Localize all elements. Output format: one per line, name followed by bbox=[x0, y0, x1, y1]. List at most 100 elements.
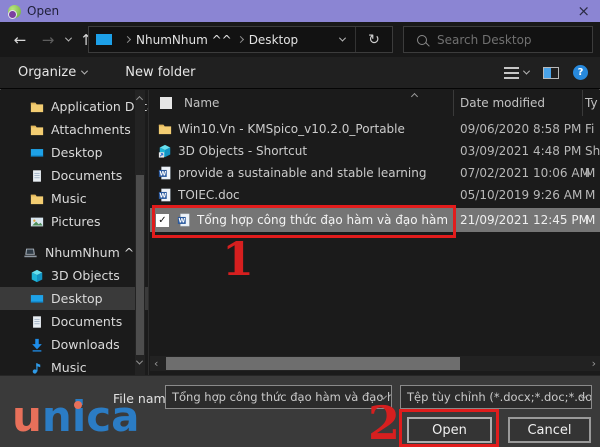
logo-letter: a bbox=[111, 396, 139, 438]
sidebar-item-label: Downloads bbox=[51, 337, 120, 352]
breadcrumb-item-user[interactable]: NhumNhum ^^ bbox=[136, 33, 232, 47]
sidebar-item-desktop-user[interactable]: Desktop bbox=[0, 141, 149, 164]
sidebar-item-documents[interactable]: Documents bbox=[0, 310, 149, 333]
file-row[interactable]: W TOIEC.doc 05/10/2019 9:26 AM M bbox=[150, 184, 600, 206]
document-icon bbox=[30, 169, 44, 183]
file-type-value: Tệp tùy chỉnh (*.docx;*.doc;*.do bbox=[407, 390, 592, 404]
logo-letter: n bbox=[42, 396, 72, 438]
pictures-icon bbox=[30, 215, 44, 229]
preview-pane-icon[interactable] bbox=[543, 67, 559, 79]
file-date: 05/10/2019 9:26 AM bbox=[460, 188, 582, 202]
organize-label: Organize bbox=[18, 65, 76, 80]
file-name-value: Tổng hợp công thức đạo hàm và đạo h bbox=[172, 390, 392, 404]
file-row[interactable]: Win10.Vn - KMSpico_v10.2.0_Portable 09/0… bbox=[150, 118, 600, 140]
desktop-icon bbox=[30, 292, 44, 306]
chevron-down-icon bbox=[523, 68, 530, 75]
sidebar-item-label: 3D Objects bbox=[51, 268, 120, 283]
sidebar-item-desktop[interactable]: Desktop bbox=[0, 287, 149, 310]
logo-letter: u bbox=[12, 396, 42, 438]
file-type-dropdown[interactable]: Tệp tùy chỉnh (*.docx;*.doc;*.do bbox=[400, 385, 592, 409]
sidebar-item-music[interactable]: Music bbox=[0, 356, 149, 375]
scroll-right-icon[interactable]: › bbox=[592, 357, 596, 370]
logo-letter: c bbox=[86, 396, 111, 438]
navigation-sidebar: Application Data Attachments Desktop Doc… bbox=[0, 90, 149, 375]
forward-button[interactable]: → bbox=[36, 22, 60, 57]
download-icon bbox=[30, 338, 44, 352]
organize-button[interactable]: Organize bbox=[18, 65, 87, 80]
open-dialog: Open × ← → ↑ NhumNhum ^^ Desktop ↻ Searc… bbox=[0, 0, 600, 447]
column-header-name[interactable]: Name bbox=[184, 96, 219, 110]
sidebar-item-label: Music bbox=[51, 360, 87, 375]
annotation-box-step2 bbox=[399, 409, 499, 447]
sort-ascending-icon bbox=[411, 93, 418, 100]
sidebar-item-label: NhumNhum ^^ bbox=[45, 245, 145, 260]
file-name-input[interactable]: Tổng hợp công thức đạo hàm và đạo h bbox=[165, 385, 392, 409]
search-box[interactable]: Search Desktop bbox=[403, 26, 593, 53]
sidebar-item-label: Desktop bbox=[51, 291, 103, 306]
file-type: M bbox=[585, 166, 595, 180]
sidebar-item-application-data[interactable]: Application Data bbox=[0, 95, 149, 118]
address-bar[interactable]: NhumNhum ^^ Desktop ↻ bbox=[88, 26, 393, 53]
sidebar-item-3d-objects[interactable]: 3D Objects bbox=[0, 264, 149, 287]
folder-icon bbox=[30, 192, 44, 206]
svg-text:W: W bbox=[159, 171, 166, 178]
close-icon[interactable]: × bbox=[575, 4, 592, 19]
help-icon[interactable]: ? bbox=[573, 65, 588, 80]
sidebar-item-documents-user[interactable]: Documents bbox=[0, 164, 149, 187]
sidebar-item-music-user[interactable]: Music bbox=[0, 187, 149, 210]
annotation-number-2: 2 bbox=[368, 400, 400, 446]
change-view-button[interactable] bbox=[504, 67, 529, 79]
sidebar-item-this-pc[interactable]: NhumNhum ^^ bbox=[0, 241, 149, 264]
annotation-box-step1 bbox=[152, 205, 456, 238]
search-placeholder: Search Desktop bbox=[437, 33, 532, 47]
document-icon bbox=[30, 315, 44, 329]
shortcut-cube-icon bbox=[158, 144, 172, 158]
column-divider[interactable] bbox=[582, 90, 583, 116]
folder-icon bbox=[30, 123, 44, 137]
file-row[interactable]: W provide a sustainable and stable learn… bbox=[150, 162, 600, 184]
column-header-type[interactable]: Ty bbox=[585, 96, 598, 110]
command-toolbar: Organize New folder ? bbox=[0, 57, 600, 89]
recent-locations-button[interactable] bbox=[60, 22, 76, 57]
new-folder-button[interactable]: New folder bbox=[125, 65, 195, 80]
sidebar-item-pictures[interactable]: Pictures bbox=[0, 210, 149, 233]
sidebar-item-label: Documents bbox=[51, 168, 122, 183]
sidebar-item-label: Documents bbox=[51, 314, 122, 329]
sidebar-item-label: Desktop bbox=[51, 145, 103, 160]
file-row[interactable]: 3D Objects - Shortcut 03/09/2021 4:48 PM… bbox=[150, 140, 600, 162]
file-name: 3D Objects - Shortcut bbox=[178, 144, 307, 158]
cancel-button[interactable]: Cancel bbox=[508, 417, 591, 443]
chevron-down-icon bbox=[64, 35, 71, 42]
search-icon bbox=[417, 35, 427, 45]
file-type: Fi bbox=[585, 122, 594, 136]
laptop-icon bbox=[23, 246, 38, 260]
sidebar-item-downloads[interactable]: Downloads bbox=[0, 333, 149, 356]
music-note-icon bbox=[30, 361, 44, 375]
file-name: Win10.Vn - KMSpico_v10.2.0_Portable bbox=[178, 122, 405, 136]
column-header-date-modified[interactable]: Date modified bbox=[460, 96, 545, 110]
details-view-icon bbox=[504, 67, 519, 79]
horizontal-scrollbar-thumb[interactable] bbox=[166, 357, 460, 370]
select-all-checkbox[interactable] bbox=[160, 97, 172, 109]
column-divider[interactable] bbox=[453, 90, 454, 116]
refresh-icon[interactable]: ↻ bbox=[356, 32, 392, 48]
file-type: M bbox=[585, 188, 595, 202]
word-document-icon: W bbox=[158, 188, 172, 202]
sidebar-scrollbar-thumb[interactable] bbox=[136, 175, 144, 355]
breadcrumb-item-desktop[interactable]: Desktop bbox=[249, 33, 299, 47]
scroll-left-icon[interactable]: ‹ bbox=[154, 357, 158, 370]
address-dropdown-icon[interactable] bbox=[339, 35, 346, 42]
file-name: TOIEC.doc bbox=[178, 188, 240, 202]
sidebar-item-label: Pictures bbox=[51, 214, 101, 229]
file-list-header: Name Date modified Ty bbox=[150, 90, 600, 116]
horizontal-scrollbar[interactable]: ‹ › bbox=[150, 356, 600, 371]
file-name: provide a sustainable and stable learnin… bbox=[178, 166, 428, 180]
file-date: 09/06/2020 8:58 PM bbox=[460, 122, 581, 136]
title-bar: Open × bbox=[0, 0, 600, 22]
logo-letter: i bbox=[72, 396, 86, 438]
svg-text:W: W bbox=[159, 193, 166, 200]
back-button[interactable]: ← bbox=[8, 22, 32, 57]
sidebar-item-label: Music bbox=[51, 191, 87, 206]
file-type: Sh bbox=[585, 144, 600, 158]
sidebar-item-attachments[interactable]: Attachments bbox=[0, 118, 149, 141]
